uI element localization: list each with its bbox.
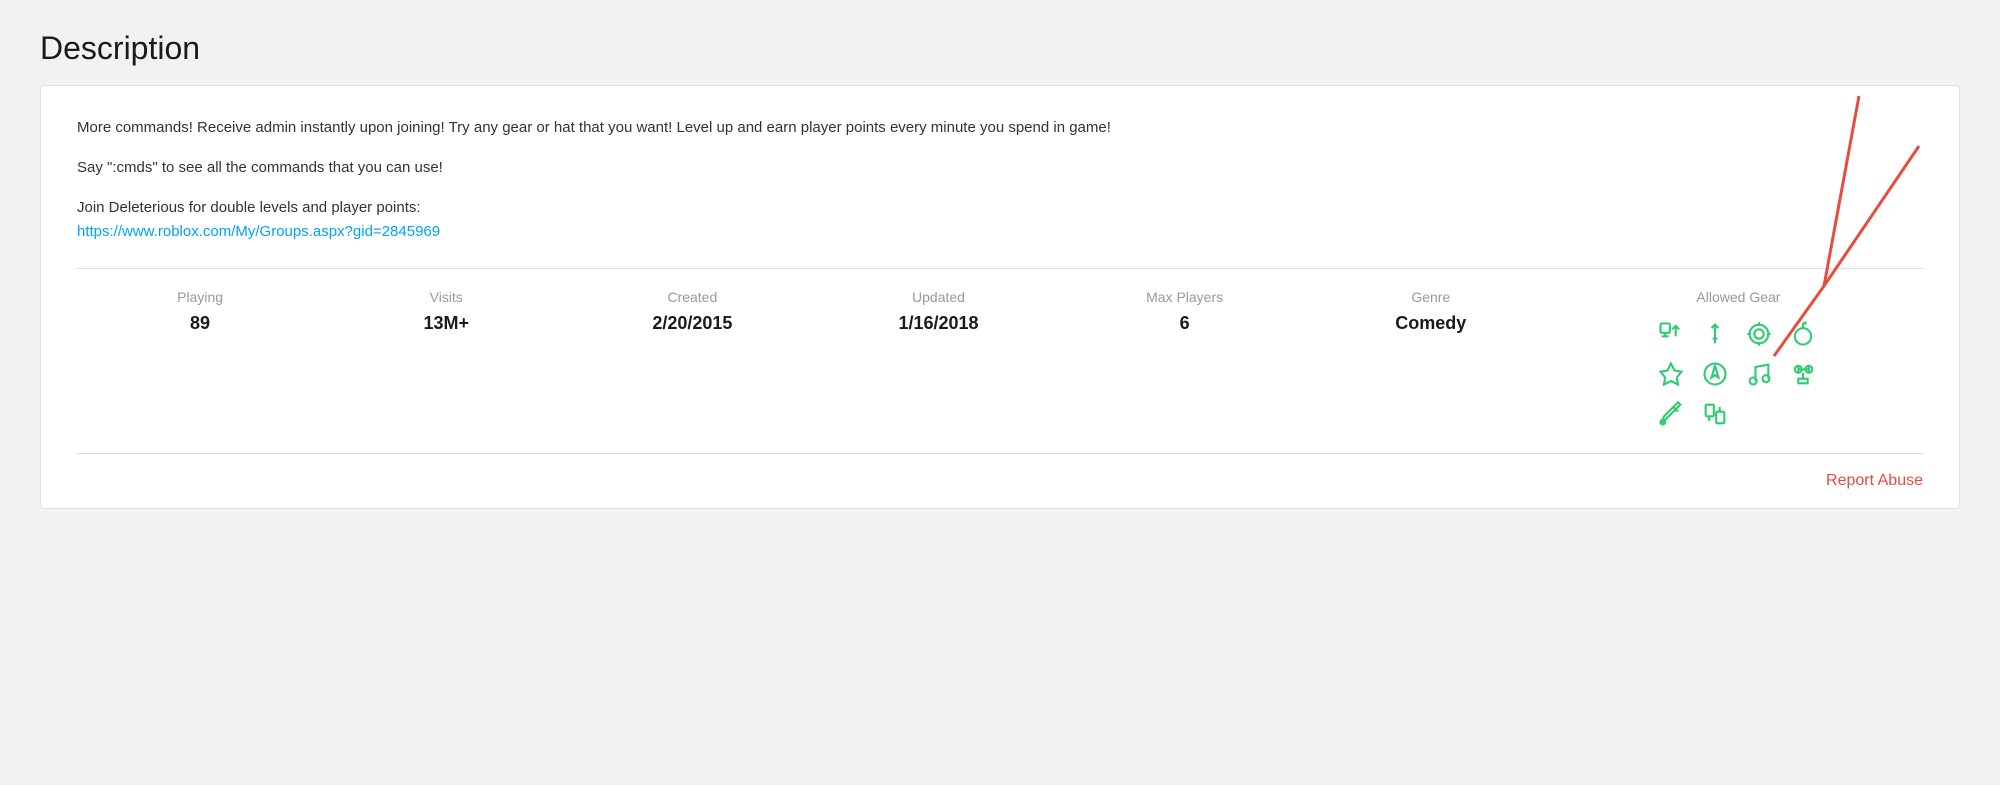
team-change-gear-icon (1698, 397, 1732, 431)
stat-visits-label: Visits (430, 289, 463, 305)
stat-max-players-value: 6 (1180, 313, 1190, 334)
gear-icons-grid (1654, 317, 1822, 433)
stat-genre-value: Comedy (1395, 313, 1466, 334)
footer-row: Report Abuse (77, 454, 1923, 508)
description-box: More commands! Receive admin instantly u… (40, 85, 1960, 509)
stat-updated: Updated 1/16/2018 (815, 289, 1061, 334)
stats-row: Playing 89 Visits 13M+ Created 2/20/2015… (77, 269, 1923, 454)
powerup-gear-icon (1654, 357, 1688, 391)
stat-allowed-gear: Allowed Gear (1554, 289, 1923, 433)
stat-created: Created 2/20/2015 (569, 289, 815, 334)
stat-updated-label: Updated (912, 289, 965, 305)
transport-gear-icon (1786, 357, 1820, 391)
stat-genre: Genre Comedy (1308, 289, 1554, 334)
stat-genre-label: Genre (1411, 289, 1450, 305)
social-gear-icon (1654, 317, 1688, 351)
description-group-link: Join Deleterious for double levels and p… (77, 196, 1923, 244)
group-link[interactable]: https://www.roblox.com/My/Groups.aspx?gi… (77, 223, 440, 240)
ranged-gear-icon (1742, 317, 1776, 351)
stat-playing: Playing 89 (77, 289, 323, 334)
stat-max-players: Max Players 6 (1062, 289, 1308, 334)
stat-max-players-label: Max Players (1146, 289, 1223, 305)
explosive-gear-icon (1786, 317, 1820, 351)
stat-created-value: 2/20/2015 (652, 313, 732, 334)
musical-gear-icon (1742, 357, 1776, 391)
build-gear-icon (1654, 397, 1688, 431)
page-title: Description (40, 30, 1960, 67)
stat-playing-value: 89 (190, 313, 210, 334)
navigation-gear-icon (1698, 357, 1732, 391)
stat-visits-value: 13M+ (423, 313, 469, 334)
description-paragraph-1: More commands! Receive admin instantly u… (77, 116, 1923, 244)
stat-allowed-gear-label: Allowed Gear (1696, 289, 1780, 305)
melee-gear-icon (1698, 317, 1732, 351)
stat-playing-label: Playing (177, 289, 223, 305)
stat-visits: Visits 13M+ (323, 289, 569, 334)
stat-created-label: Created (667, 289, 717, 305)
stat-updated-value: 1/16/2018 (898, 313, 978, 334)
report-abuse-button[interactable]: Report Abuse (1826, 472, 1923, 490)
